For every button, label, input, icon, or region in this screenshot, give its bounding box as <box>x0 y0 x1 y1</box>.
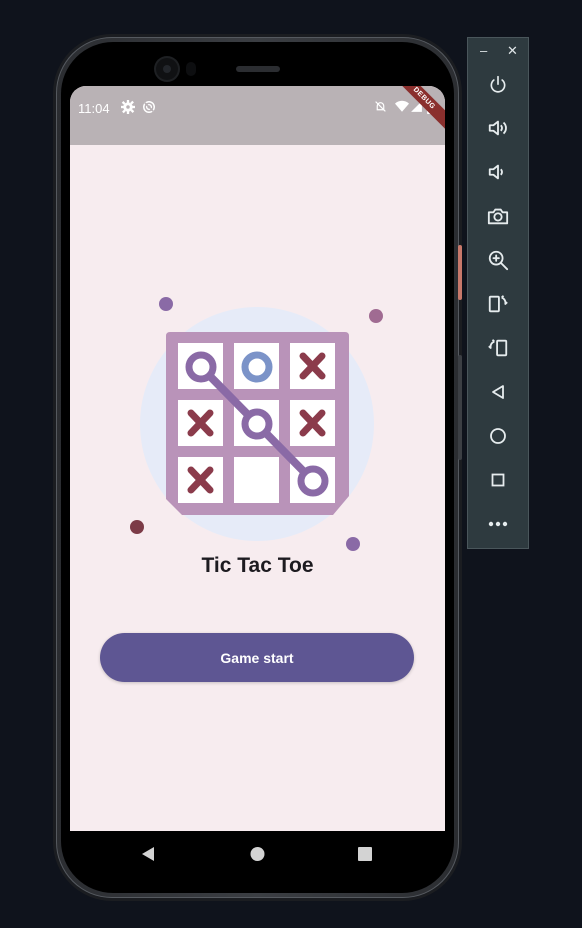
volume-side-button <box>458 355 462 460</box>
zoom-icon[interactable] <box>486 248 510 272</box>
power-icon[interactable] <box>486 73 510 97</box>
decor-dot-2 <box>369 309 383 323</box>
back-nav-icon[interactable] <box>141 846 155 867</box>
wifi-icon <box>395 100 409 118</box>
volume-up-icon[interactable] <box>486 116 510 140</box>
back-icon[interactable] <box>486 380 510 404</box>
rotate-right-icon[interactable] <box>486 336 510 360</box>
sync-icon <box>142 100 156 119</box>
decor-dot-4 <box>346 537 360 551</box>
close-button[interactable]: ✕ <box>507 43 518 59</box>
board-cell <box>234 457 279 503</box>
home-icon[interactable] <box>486 424 510 448</box>
game-start-button[interactable]: Game start <box>100 633 414 682</box>
home-nav-icon[interactable] <box>250 846 265 867</box>
do-not-disturb-off-icon <box>374 100 387 118</box>
settings-icon <box>121 100 135 119</box>
status-bar: 11:04 DEBUG <box>70 86 445 145</box>
front-camera <box>156 58 178 80</box>
overview-icon[interactable] <box>486 468 510 492</box>
rotate-left-icon[interactable] <box>486 292 510 316</box>
tic-tac-toe-illustration <box>130 297 383 551</box>
more-options-icon[interactable] <box>486 512 510 536</box>
recents-nav-icon[interactable] <box>358 846 372 867</box>
power-side-button <box>458 245 462 300</box>
app-screen: 11:04 DEBUG Tic Tac Toe Game start <box>70 86 445 831</box>
earpiece-speaker <box>236 66 280 72</box>
minimize-button[interactable]: – <box>480 43 487 58</box>
status-time: 11:04 <box>78 101 110 116</box>
camera-icon[interactable] <box>486 204 510 228</box>
decor-dot-3 <box>130 520 144 534</box>
o-mark-icon <box>297 465 329 497</box>
proximity-sensor <box>186 62 196 76</box>
decor-dot-1 <box>159 297 173 311</box>
app-title: Tic Tac Toe <box>201 554 314 577</box>
o-mark-icon <box>185 351 217 383</box>
system-navigation-bar <box>70 831 445 879</box>
emulator-toolbar: – ✕ <box>467 37 529 549</box>
o-mark-icon <box>241 408 273 440</box>
volume-down-icon[interactable] <box>486 160 510 184</box>
